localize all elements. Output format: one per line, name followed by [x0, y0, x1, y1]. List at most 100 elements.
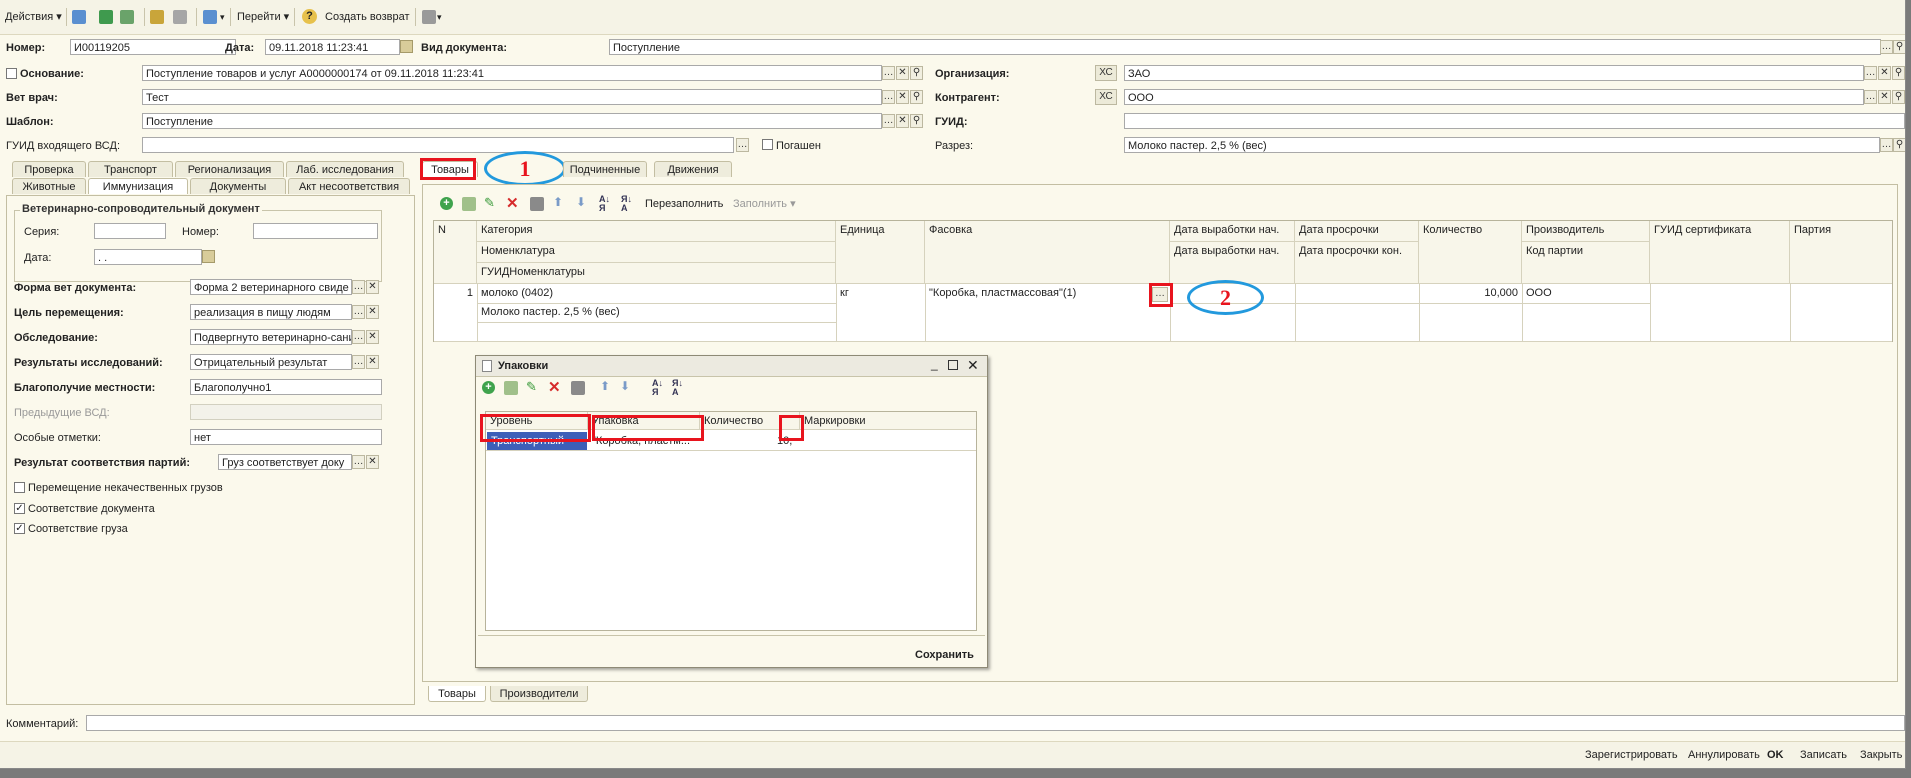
close-button[interactable]: Закрыть — [1860, 748, 1902, 762]
annul-button[interactable]: Аннулировать — [1688, 748, 1760, 762]
form-clear-button[interactable]: ✕ — [366, 280, 379, 294]
dialog-end-edit-icon[interactable] — [571, 381, 585, 395]
dialog-edit-icon[interactable]: ✎ — [526, 379, 537, 395]
col-header-expiry-end[interactable]: Дата просрочки кон. — [1295, 242, 1419, 284]
wellbeing-field[interactable]: Благополучно1 — [190, 379, 382, 395]
row-unit[interactable]: кг — [836, 284, 925, 304]
col-header-expiry[interactable]: Дата просрочки — [1295, 221, 1419, 242]
cargo-match-checkbox[interactable]: ✓ — [14, 523, 25, 534]
purpose-select-button[interactable]: … — [352, 305, 365, 319]
col-header-guid-nomenclature[interactable]: ГУИДНоменклатуры — [477, 263, 836, 284]
incoming-guid-select-button[interactable]: … — [736, 138, 749, 152]
row-producer[interactable]: ООО — [1522, 284, 1650, 304]
col-header-category[interactable]: Категория — [477, 221, 836, 242]
number-field[interactable]: И00119205 — [70, 39, 236, 55]
dialog-add-icon[interactable]: + — [482, 381, 495, 394]
row-qty[interactable]: 10,000 — [1419, 284, 1522, 304]
dialog-copy-icon[interactable] — [504, 381, 518, 395]
template-search-icon[interactable]: ⚲ — [910, 114, 923, 128]
col-header-cert-guid[interactable]: ГУИД сертификата — [1650, 221, 1790, 284]
vet-select-button[interactable]: … — [882, 90, 895, 104]
structure-icon[interactable] — [150, 10, 164, 24]
tab-documents[interactable]: Документы — [190, 178, 286, 194]
maximize-icon[interactable] — [948, 360, 958, 370]
contractor-xs-button[interactable]: ХС — [1095, 89, 1117, 105]
results-field[interactable]: Отрицательный результат — [190, 354, 352, 370]
contractor-select-button[interactable]: … — [1864, 90, 1877, 104]
bottom-tab-producers[interactable]: Производители — [490, 686, 588, 702]
basis-clear-button[interactable]: ✕ — [896, 66, 909, 80]
edit-icon[interactable]: ✎ — [484, 195, 495, 211]
col-header-batch-code[interactable]: Код партии — [1522, 242, 1650, 284]
sort-desc-icon[interactable]: Я↓ A — [621, 195, 632, 213]
form-select-button[interactable]: … — [352, 280, 365, 294]
doc-match-checkbox[interactable]: ✓ — [14, 503, 25, 514]
doctype-search-icon[interactable]: ⚲ — [1893, 40, 1905, 54]
dialog-move-down-icon[interactable]: ⬇ — [620, 379, 630, 393]
col-header-batch[interactable]: Партия — [1790, 221, 1892, 284]
close-icon[interactable]: ✕ — [967, 357, 979, 374]
comment-field[interactable] — [86, 715, 1905, 731]
tab-movements[interactable]: Движения — [654, 161, 732, 177]
register-button[interactable]: Зарегистрировать — [1585, 748, 1678, 762]
vet-field[interactable]: Тест — [142, 89, 882, 105]
batch-result-field[interactable]: Груз соответствует доку — [218, 454, 352, 470]
copy-row-icon[interactable] — [462, 197, 476, 211]
date-field[interactable]: 09.11.2018 11:23:41 — [265, 39, 400, 55]
copy-icon[interactable] — [120, 10, 134, 24]
contractor-search-icon[interactable]: ⚲ — [1892, 90, 1905, 104]
bad-goods-checkbox[interactable] — [14, 482, 25, 493]
bottom-tab-goods[interactable]: Товары — [428, 686, 486, 702]
inspection-select-button[interactable]: … — [352, 330, 365, 344]
series-field[interactable] — [94, 223, 166, 239]
refill-button[interactable]: Перезаполнить — [645, 197, 723, 211]
dialog-delete-icon[interactable]: ✕ — [548, 378, 561, 396]
vsd-number-field[interactable] — [253, 223, 378, 239]
minimize-icon[interactable]: _ — [931, 357, 938, 371]
dlg-col-marks[interactable]: Маркировки — [800, 412, 976, 430]
add-icon[interactable]: + — [440, 197, 453, 210]
dialog-sort-desc-icon[interactable]: Я↓ A — [672, 379, 683, 397]
basis-field[interactable]: Поступление товаров и услуг А0000000174 … — [142, 65, 882, 81]
print-preview-icon[interactable] — [173, 10, 187, 24]
actions-menu[interactable]: Действия ▾ — [5, 9, 62, 25]
enter-on-basis-icon[interactable] — [203, 10, 217, 24]
refresh-icon[interactable] — [99, 10, 113, 24]
tab-transport[interactable]: Транспорт — [88, 161, 173, 177]
results-clear-button[interactable]: ✕ — [366, 355, 379, 369]
fill-menu[interactable]: Заполнить ▾ — [733, 197, 796, 211]
razrez-select-button[interactable]: … — [1880, 138, 1893, 152]
vet-search-icon[interactable]: ⚲ — [910, 90, 923, 104]
help-icon[interactable]: ? — [302, 9, 317, 24]
print-icon[interactable] — [422, 10, 436, 24]
row-packing[interactable]: "Коробка, пластмассовая"(1) — [925, 284, 1140, 304]
move-up-icon[interactable]: ⬆ — [553, 195, 563, 209]
goto-menu[interactable]: Перейти ▾ — [237, 9, 289, 25]
sort-asc-icon[interactable]: A↓ Я — [599, 195, 610, 213]
basis-search-icon[interactable]: ⚲ — [910, 66, 923, 80]
notes-field[interactable]: нет — [190, 429, 382, 445]
tab-lab-research[interactable]: Лаб. исследования — [286, 161, 404, 177]
repaid-checkbox[interactable] — [762, 139, 773, 150]
write-button[interactable]: Записать — [1800, 748, 1847, 762]
col-header-unit[interactable]: Единица — [836, 221, 925, 284]
dialog-sort-asc-icon[interactable]: A↓ Я — [652, 379, 663, 397]
dialog-move-up-icon[interactable]: ⬆ — [600, 379, 610, 393]
end-edit-icon[interactable] — [530, 197, 544, 211]
inspection-clear-button[interactable]: ✕ — [366, 330, 379, 344]
incoming-guid-field[interactable] — [142, 137, 734, 153]
ok-button[interactable]: OK — [1767, 748, 1784, 762]
col-header-nomenclature[interactable]: Номенклатура — [477, 242, 836, 263]
tab-animals[interactable]: Животные — [12, 178, 86, 194]
inspection-field[interactable]: Подвергнуто ветеринарно-сани — [190, 329, 352, 345]
col-header-prod-start-2[interactable]: Дата выработки нач. — [1170, 242, 1295, 284]
basis-checkbox[interactable] — [6, 68, 17, 79]
template-field[interactable]: Поступление — [142, 113, 882, 129]
form-field[interactable]: Форма 2 ветеринарного свиде — [190, 279, 352, 295]
row-category[interactable]: молоко (0402) — [477, 284, 836, 304]
calendar-icon[interactable] — [400, 40, 413, 53]
doctype-field[interactable]: Поступление — [609, 39, 1881, 55]
razrez-search-icon[interactable]: ⚲ — [1893, 138, 1905, 152]
org-xs-button[interactable]: ХС — [1095, 65, 1117, 81]
template-clear-button[interactable]: ✕ — [896, 114, 909, 128]
